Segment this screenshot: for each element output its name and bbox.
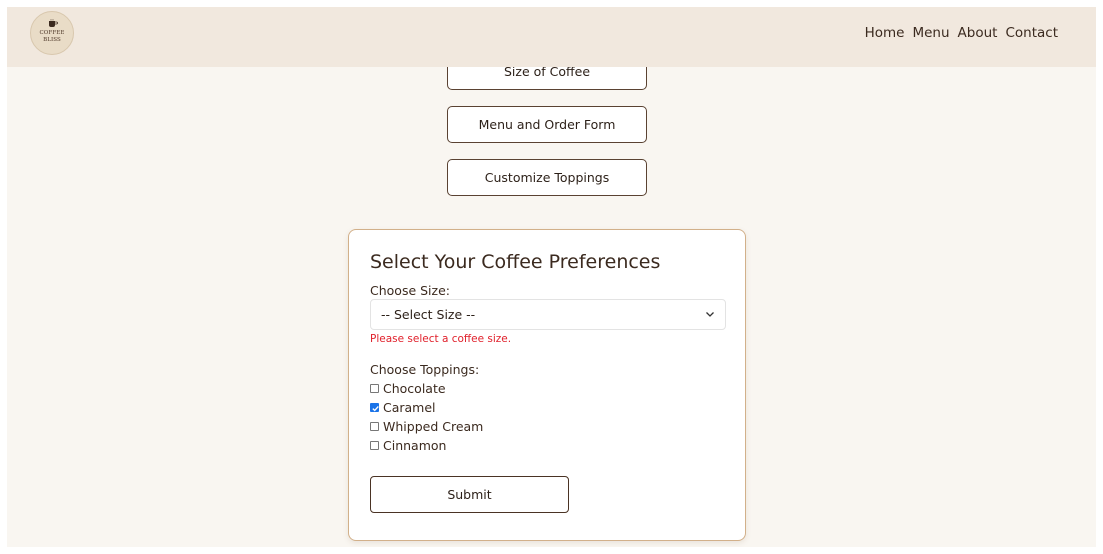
topping-label: Whipped Cream [383, 419, 484, 434]
chevron-down-icon [706, 312, 714, 317]
nav-home[interactable]: Home [865, 25, 905, 41]
checkbox-checked[interactable] [370, 403, 379, 412]
coffee-cup-icon [49, 19, 58, 27]
preferences-form: Select Your Coffee Preferences Choose Si… [348, 229, 746, 541]
toppings-label: Choose Toppings: [370, 362, 480, 377]
form-title: Select Your Coffee Preferences [370, 251, 661, 273]
size-select-value: -- Select Size -- [381, 307, 476, 322]
nav-contact[interactable]: Contact [1005, 25, 1058, 41]
size-select[interactable]: -- Select Size -- [370, 299, 726, 330]
brand-logo[interactable]: COFFEE BLISS [30, 11, 74, 55]
nav-links: Home Menu About Contact [865, 25, 1058, 41]
check-icon [372, 406, 379, 412]
topping-label: Chocolate [383, 381, 446, 396]
topping-label: Caramel [383, 400, 436, 415]
topping-cinnamon[interactable]: Cinnamon [370, 438, 446, 453]
size-error-message: Please select a coffee size. [370, 333, 512, 345]
topping-whipped-cream[interactable]: Whipped Cream [370, 419, 483, 434]
checkbox[interactable] [370, 384, 379, 393]
customize-toppings-button[interactable]: Customize Toppings [447, 159, 647, 196]
topping-chocolate[interactable]: Chocolate [370, 381, 446, 396]
nav-menu[interactable]: Menu [912, 25, 949, 41]
nav-about[interactable]: About [958, 25, 998, 41]
menu-order-form-button[interactable]: Menu and Order Form [447, 106, 647, 143]
submit-button[interactable]: Submit [370, 476, 569, 513]
checkbox[interactable] [370, 422, 379, 431]
navbar: COFFEE BLISS Home Menu About Contact [7, 7, 1096, 67]
topping-caramel[interactable]: Caramel [370, 400, 436, 415]
size-label: Choose Size: [370, 283, 450, 298]
page: COFFEE BLISS Home Menu About Contact Siz… [7, 7, 1096, 547]
topping-label: Cinnamon [383, 438, 447, 453]
logo-text: COFFEE BLISS [39, 30, 65, 43]
checkbox[interactable] [370, 441, 379, 450]
